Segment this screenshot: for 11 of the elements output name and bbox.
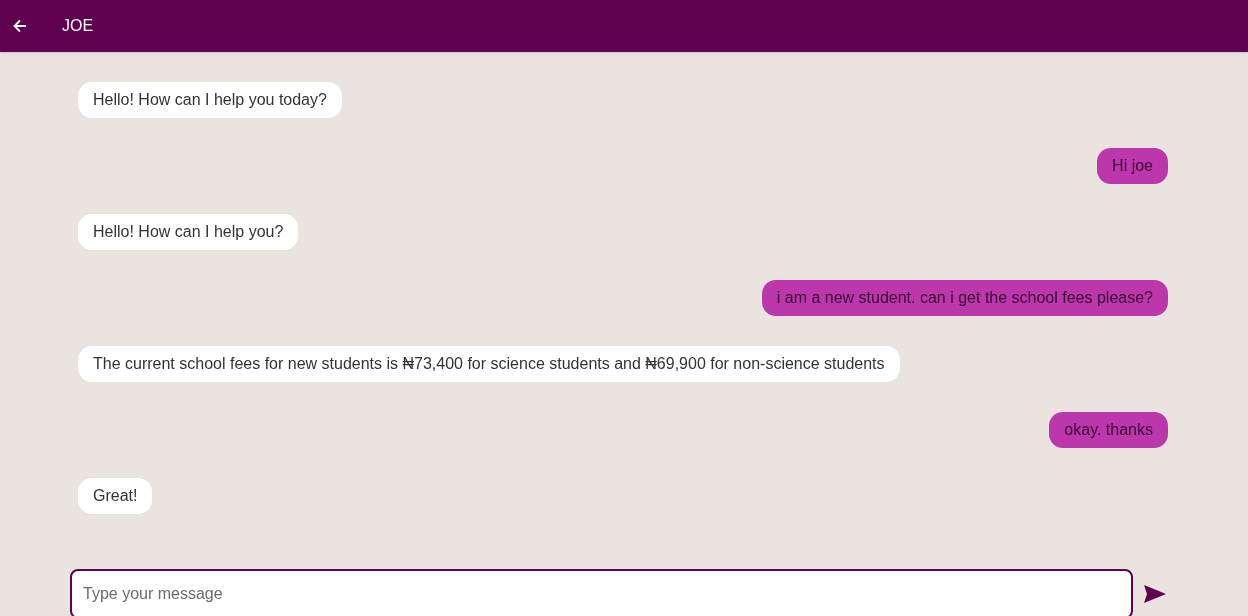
message-bubble: Great! — [78, 478, 153, 514]
chat-title: JOE — [62, 16, 94, 36]
send-icon[interactable] — [1143, 583, 1167, 605]
message-bubble: Hi joe — [1097, 148, 1168, 184]
message-bubble: okay. thanks — [1049, 412, 1168, 448]
back-icon[interactable] — [12, 18, 28, 34]
message-bubble: i am a new student. can i get the school fees please? — [761, 280, 1168, 316]
message-bubble: Hello! How can I help you? — [78, 214, 299, 250]
message-field[interactable]: Type your message — [70, 569, 1133, 616]
message-bubble: The current school fees for new students is ₦73,400 for science students and ₦69,900 for non-science students — [78, 346, 900, 382]
message-bubble: Hello! How can I help you today? — [78, 82, 342, 118]
